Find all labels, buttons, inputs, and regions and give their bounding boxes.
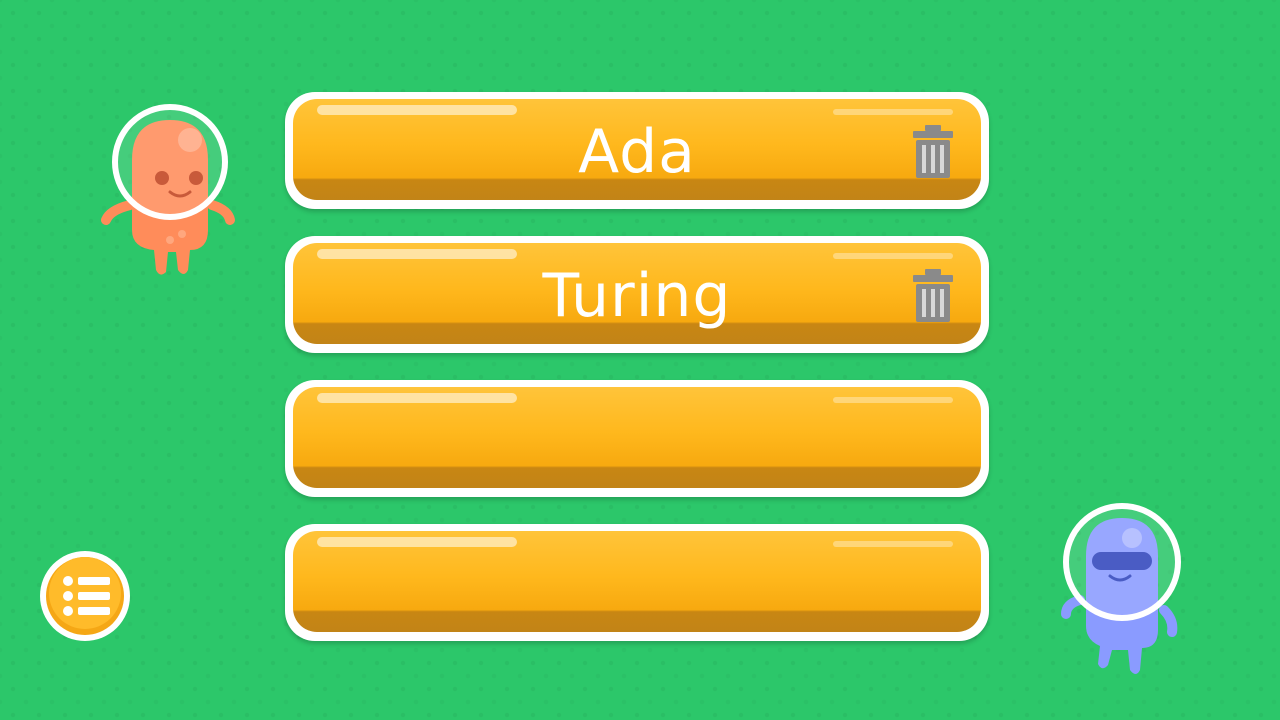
trash-icon[interactable]: [913, 125, 953, 179]
trash-icon[interactable]: [913, 269, 953, 323]
save-slot-1[interactable]: Ada: [285, 92, 989, 209]
list-menu-icon: [63, 576, 110, 616]
save-slot-2[interactable]: Turing: [285, 236, 989, 353]
save-slot-4[interactable]: [285, 524, 989, 641]
save-slot-name: Turing: [542, 261, 732, 331]
save-slot-3[interactable]: [285, 380, 989, 497]
orange-alien-avatar: [101, 104, 235, 275]
menu-button[interactable]: [38, 549, 132, 643]
save-slot-name: Ada: [578, 117, 696, 187]
save-slot-list: Ada Turing: [285, 92, 989, 668]
blue-alien-avatar: [1061, 503, 1181, 674]
